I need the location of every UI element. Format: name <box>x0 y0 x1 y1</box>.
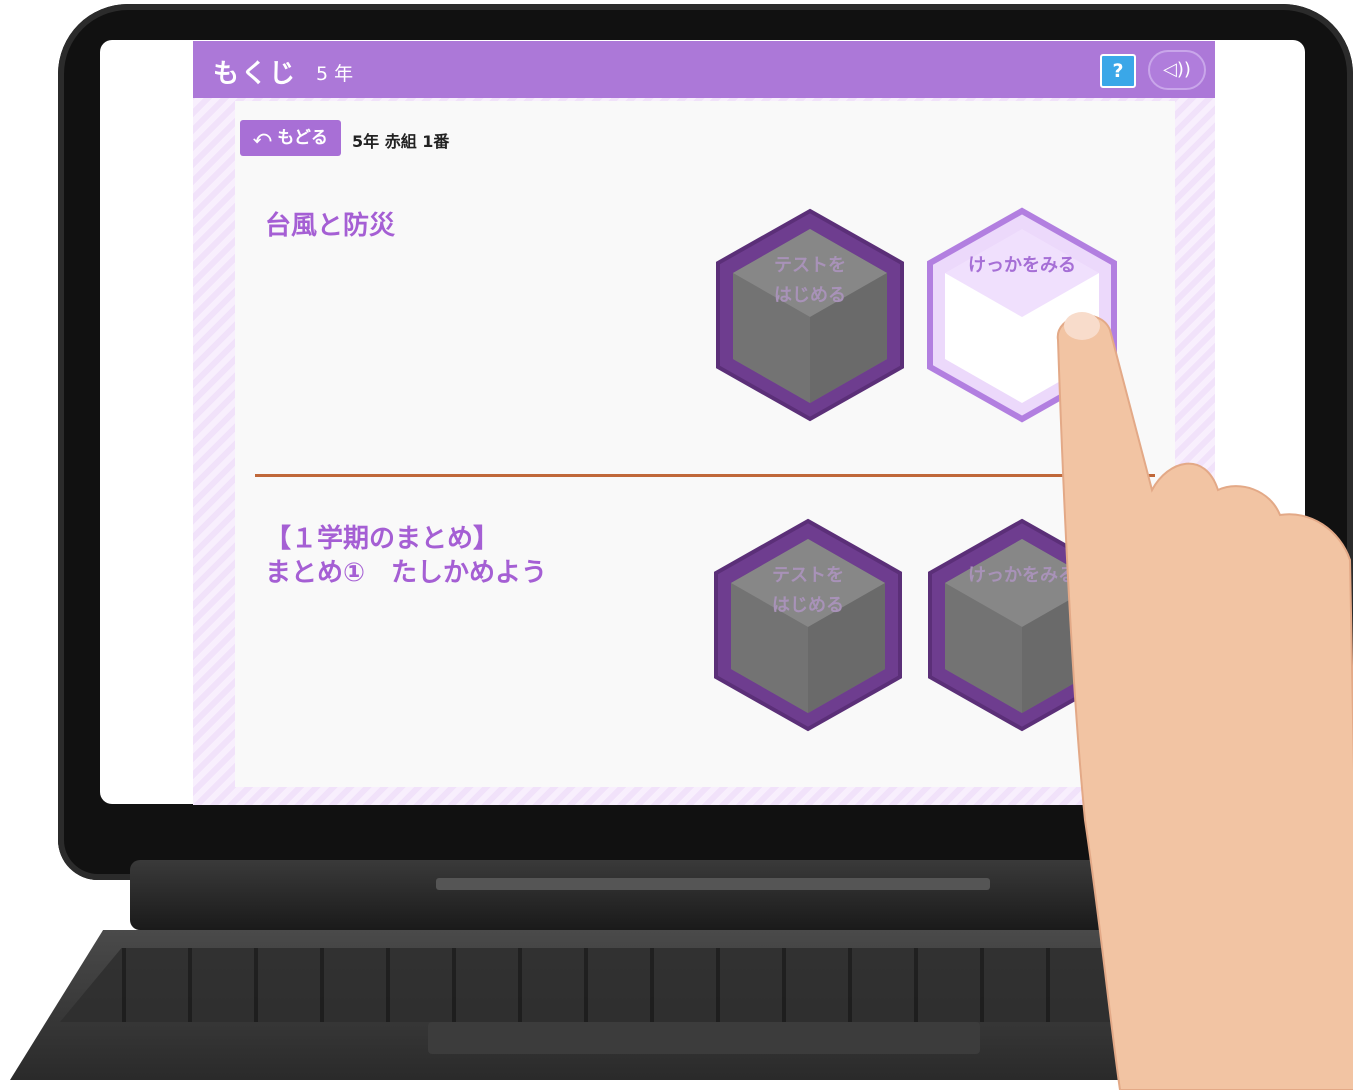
hexagon-icon <box>716 208 904 422</box>
hexagon-icon <box>714 518 902 732</box>
sound-button[interactable]: ◁)) <box>1148 50 1206 90</box>
app-header: もくじ 5 年 ? ◁)) <box>193 41 1215 98</box>
page-title: もくじ <box>213 59 298 89</box>
content-panel: ⤺ もどる 5年 赤組 1番 台風と防災 テストを はじめる けっかをみる 【１… <box>235 101 1175 787</box>
trackpad[interactable] <box>428 1022 980 1054</box>
speaker-icon: ◁)) <box>1163 59 1191 80</box>
help-button[interactable]: ? <box>1100 54 1136 88</box>
start-test-button[interactable]: テストを はじめる <box>710 517 906 733</box>
hand-image <box>1056 312 1353 1090</box>
student-info: 5年 赤組 1番 <box>352 132 450 151</box>
unit-title: 台風と防災 <box>265 211 396 241</box>
grade-label: 5 年 <box>316 63 354 85</box>
start-test-label: テストを はじめる <box>774 255 846 306</box>
start-test-label: テストを はじめる <box>772 565 844 616</box>
back-button[interactable]: ⤺ もどる <box>240 120 341 156</box>
view-results-label: けっかをみる <box>968 255 1076 276</box>
section-divider <box>255 474 1155 477</box>
hinge-slot <box>436 878 990 890</box>
start-test-button[interactable]: テストを はじめる <box>712 207 908 423</box>
unit-title: 【１学期のまとめ】 まとめ① たしかめよう <box>265 524 548 588</box>
